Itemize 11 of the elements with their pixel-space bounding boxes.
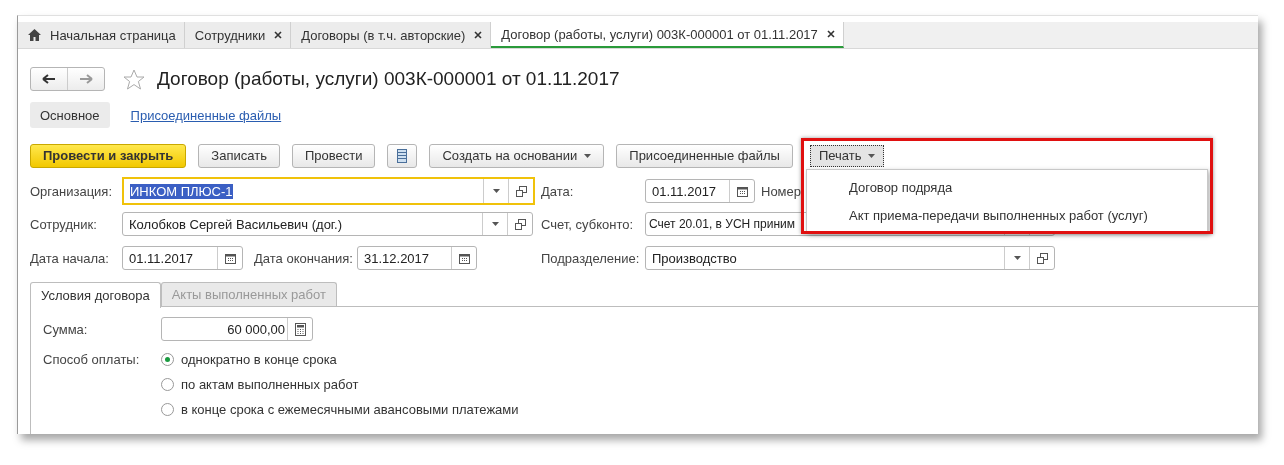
field-label: Организация: [30, 183, 114, 199]
field-label: Сумма: [43, 321, 89, 337]
field-label: Дата начала: [30, 250, 110, 266]
field-label: Дата окончания: [254, 250, 354, 266]
document-title: Договор (работы, услуги) 003К-000001 от 01.11.2017 [157, 68, 620, 90]
field-label: Сотрудник: [30, 216, 98, 232]
field-label: Подразделение: [541, 250, 641, 266]
field-label: Способ оплаты: [43, 351, 141, 369]
field-label: Номер [761, 183, 801, 199]
field-label: Счет, субконто: [541, 216, 635, 232]
field-label: Дата: [541, 183, 575, 199]
